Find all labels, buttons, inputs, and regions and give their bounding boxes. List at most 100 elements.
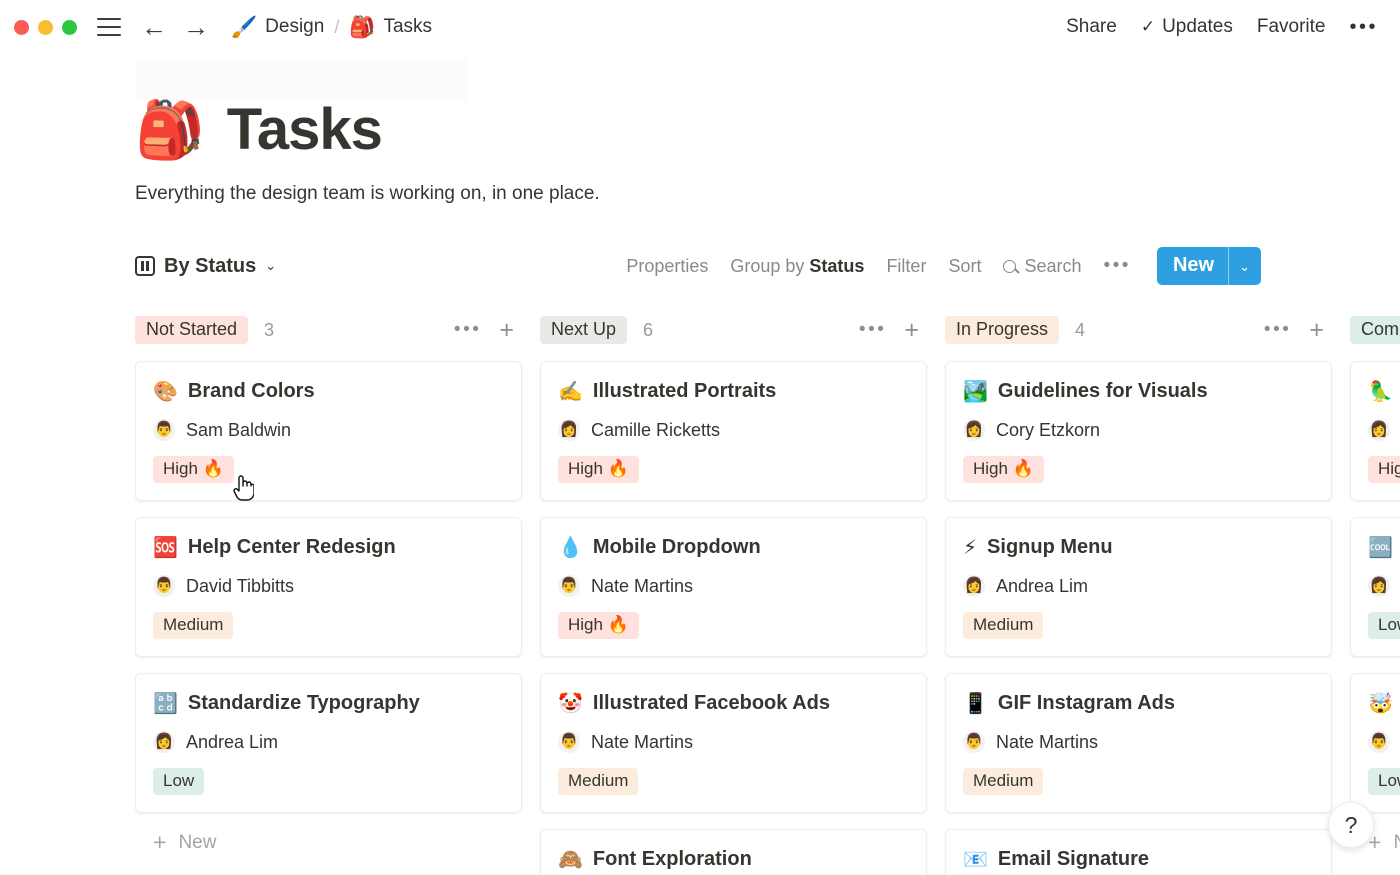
- column-new-card-button[interactable]: +New: [135, 831, 522, 854]
- properties-button[interactable]: Properties: [626, 256, 708, 277]
- group-by-value: Status: [809, 256, 864, 276]
- breadcrumb-current-link[interactable]: Tasks: [383, 16, 432, 38]
- column-header: Next Up6•••+: [540, 311, 927, 349]
- column-header: Not Started3•••+: [135, 311, 522, 349]
- column-more-icon[interactable]: •••: [859, 319, 886, 341]
- minimize-window-button[interactable]: [38, 20, 53, 35]
- tab-by-status[interactable]: By Status ⌄: [135, 255, 276, 278]
- task-card[interactable]: 🙈Font Exploration: [540, 829, 927, 875]
- task-card[interactable]: 🔡Standardize Typography👩Andrea LimLow: [135, 673, 522, 813]
- column-header: In Progress 4 ••• +: [945, 311, 1332, 349]
- task-card[interactable]: 🎨Brand Colors👨Sam BaldwinHigh 🔥: [135, 361, 522, 501]
- task-card-title-row: 🆘 Help Center Redesign: [153, 536, 504, 559]
- avatar: 👩: [1368, 575, 1390, 597]
- task-card-assignee: 👨David Tibbitts: [153, 575, 504, 597]
- avatar: 👨: [558, 575, 580, 597]
- window-title-bar: ← → 🖌️ Design / 🎒 Tasks Share ✓ Updates …: [0, 0, 1400, 54]
- breadcrumb-separator: /: [334, 17, 339, 38]
- column-status-badge[interactable]: In Progress: [945, 316, 1059, 344]
- task-card[interactable]: 🤯H👨NLow: [1350, 673, 1400, 813]
- column-status-badge[interactable]: Next Up: [540, 316, 627, 344]
- assignee-name: Nate Martins: [996, 732, 1098, 753]
- task-card[interactable]: 🆘Help Center Redesign👨David TibbittsMedi…: [135, 517, 522, 657]
- search-label: Search: [1024, 256, 1081, 277]
- column-card-list: 🦜U👩CHig🆒B👩ALow🤯H👨NLow: [1350, 361, 1400, 813]
- task-card-title: Email Signature: [998, 848, 1149, 871]
- close-window-button[interactable]: [14, 20, 29, 35]
- column-add-card-icon[interactable]: +: [1309, 318, 1324, 343]
- share-button[interactable]: Share: [1066, 16, 1117, 38]
- search-button[interactable]: Search: [1003, 256, 1081, 277]
- task-card[interactable]: 🆒B👩ALow: [1350, 517, 1400, 657]
- updates-button[interactable]: ✓ Updates: [1141, 16, 1233, 38]
- task-card[interactable]: 📱GIF Instagram Ads👨Nate MartinsMedium: [945, 673, 1332, 813]
- assignee-name: Nate Martins: [591, 576, 693, 597]
- task-card-emoji-icon: 💧: [558, 538, 583, 558]
- board-column: Not Started3•••+🎨Brand Colors👨Sam Baldwi…: [135, 311, 522, 875]
- task-card[interactable]: ⚡Signup Menu👩Andrea LimMedium: [945, 517, 1332, 657]
- chevron-down-icon: ⌄: [265, 258, 276, 274]
- task-card-title: Illustrated Facebook Ads: [593, 692, 830, 715]
- filter-button[interactable]: Filter: [886, 256, 926, 277]
- task-card-title: Help Center Redesign: [188, 536, 396, 559]
- priority-tag: High 🔥: [558, 612, 639, 639]
- task-card[interactable]: 💧Mobile Dropdown👨Nate MartinsHigh 🔥: [540, 517, 927, 657]
- task-card-assignee: 👩Cory Etzkorn: [963, 419, 1314, 441]
- task-card-title: Standardize Typography: [188, 692, 420, 715]
- task-card-emoji-icon: 🏞️: [963, 382, 988, 402]
- column-more-icon[interactable]: •••: [454, 319, 481, 341]
- page-icon[interactable]: 🎒: [135, 102, 205, 158]
- task-card[interactable]: 📧Email Signature: [945, 829, 1332, 875]
- column-card-count: 4: [1075, 320, 1085, 341]
- task-card[interactable]: ✍️Illustrated Portraits👩Camille Ricketts…: [540, 361, 927, 501]
- priority-tag: High 🔥: [963, 456, 1044, 483]
- task-card[interactable]: 🏞️ Guidelines for Visuals 👩Cory Etzkorn Hig…: [945, 361, 1332, 501]
- favorite-button[interactable]: Favorite: [1257, 16, 1326, 38]
- page-content: 🎒 Tasks Everything the design team is wo…: [0, 96, 1400, 875]
- task-card-title-row: 🙈Font Exploration: [558, 848, 909, 871]
- back-arrow-icon[interactable]: ←: [141, 14, 167, 40]
- task-card-title: Brand Colors: [188, 380, 315, 403]
- view-toolbar: By Status ⌄ Properties Group by Status F…: [135, 247, 1400, 285]
- column-add-card-icon[interactable]: +: [499, 318, 514, 343]
- task-card-assignee: 👩C: [1368, 419, 1400, 441]
- new-page-chevron-icon[interactable]: ⌄: [1229, 247, 1261, 285]
- view-more-icon[interactable]: •••: [1104, 255, 1131, 277]
- breadcrumb-parent-link[interactable]: Design: [265, 16, 324, 38]
- task-card-emoji-icon: 🤯: [1368, 694, 1393, 714]
- help-button[interactable]: ?: [1328, 802, 1374, 848]
- board-column: In Progress 4 ••• + 🏞️ Guidelines for Visuals…: [945, 311, 1332, 875]
- forward-arrow-icon[interactable]: →: [183, 14, 209, 40]
- column-card-list: 🎨Brand Colors👨Sam BaldwinHigh 🔥 🆘 Help Cen…: [135, 361, 522, 813]
- group-by-button[interactable]: Group by Status: [730, 256, 864, 277]
- check-icon: ✓: [1141, 17, 1155, 37]
- task-card-title: Guidelines for Visuals: [998, 380, 1208, 403]
- breadcrumb-parent-icon: 🖌️: [231, 17, 257, 38]
- avatar: 👨: [963, 731, 985, 753]
- sidebar-toggle-icon[interactable]: [97, 18, 121, 36]
- task-card[interactable]: 🤡Illustrated Facebook Ads👨Nate MartinsMe…: [540, 673, 927, 813]
- task-card-assignee: 👨 Nate Martins: [558, 575, 909, 597]
- more-options-icon[interactable]: •••: [1349, 16, 1378, 39]
- column-actions: ••• +: [859, 318, 919, 343]
- titlebar-actions: Share ✓ Updates Favorite •••: [1066, 16, 1378, 39]
- column-add-card-icon[interactable]: +: [904, 318, 919, 343]
- task-card-emoji-icon: 📱: [963, 694, 988, 714]
- task-card[interactable]: 🦜U👩CHig: [1350, 361, 1400, 501]
- sort-button[interactable]: Sort: [948, 256, 981, 277]
- page-title[interactable]: Tasks: [227, 96, 382, 163]
- task-card-title-row: 📧Email Signature: [963, 848, 1314, 871]
- breadcrumb: 🖌️ Design / 🎒 Tasks: [231, 16, 432, 38]
- column-card-list: ✍️Illustrated Portraits👩Camille Ricketts…: [540, 361, 927, 875]
- column-status-badge[interactable]: Com: [1350, 316, 1400, 344]
- column-more-icon[interactable]: •••: [1264, 319, 1291, 341]
- board-view-icon: [135, 256, 155, 276]
- task-card-assignee: 👩Andrea Lim: [963, 575, 1314, 597]
- priority-tag: Low: [1368, 768, 1400, 795]
- maximize-window-button[interactable]: [62, 20, 77, 35]
- task-card-emoji-icon: 🆘: [153, 538, 178, 558]
- task-card-title-row: 🆒B: [1368, 536, 1400, 559]
- column-new-card-label: New: [178, 832, 216, 854]
- column-status-badge[interactable]: Not Started: [135, 316, 248, 344]
- new-page-button[interactable]: New ⌄: [1157, 247, 1261, 285]
